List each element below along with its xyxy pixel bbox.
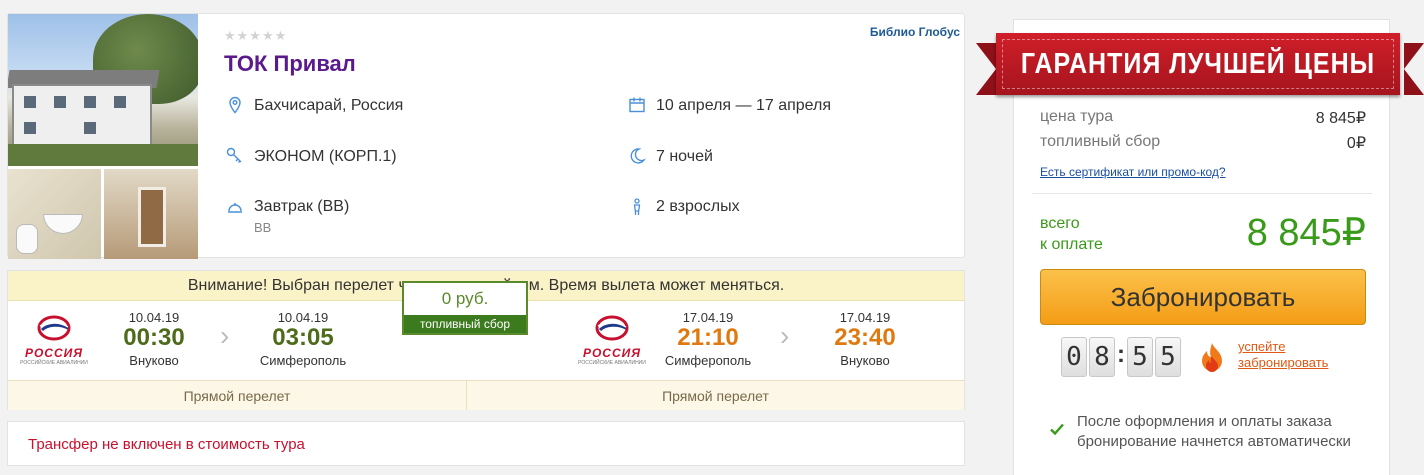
tour-operator: Библио Глобус [869,25,960,39]
return-departure: 17.04.19 21:10 Симферополь [658,310,758,368]
timer-separator: : [1117,341,1125,368]
divider [1032,193,1372,194]
airline-emblem-icon [37,315,71,341]
best-price-ribbon: ГАРАНТИЯ ЛУЧШЕЙ ЦЕНЫ [976,33,1424,95]
hotel-main-photo[interactable] [8,14,198,166]
outbound-departure: 10.04.19 00:30 Внуково [104,310,204,368]
transfer-notice: Трансфер не включен в стоимость тура [7,421,965,466]
total-label-line-1: всего [1040,215,1080,232]
airline-name: РОССИЯ [582,346,642,360]
departure-time: 00:30 [123,324,185,351]
moon-icon [628,147,647,165]
airline-logo: РОССИЯ РОССИЙСКИЕ АВИАЛИНИИ [14,314,94,366]
check-icon [1050,423,1064,436]
arrival-date: 17.04.19 [839,310,891,325]
total-label: всего к оплате [1040,213,1103,255]
hotel-photos [8,14,198,259]
total-label-line-2: к оплате [1040,236,1103,253]
tour-price-row: цена тура 8 845₽ [1040,108,1366,127]
airline-logo: РОССИЯ РОССИЙСКИЕ АВИАЛИНИИ [572,314,652,366]
airline-subtitle: РОССИЙСКИЕ АВИАЛИНИИ [20,360,88,366]
arrival-time: 03:05 [272,324,334,351]
timer-digit: 5 [1127,337,1153,377]
airline-subtitle: РОССИЙСКИЕ АВИАЛИНИИ [578,360,646,366]
meal-code: BB [254,220,272,235]
promo-code-link[interactable]: Есть сертификат или промо-код? [1040,165,1226,179]
tour-price-value: 8 845₽ [1315,110,1366,127]
hotel-location: Бахчисарай, Россия [254,97,404,114]
arrival-time: 23:40 [834,324,896,351]
book-button[interactable]: Забронировать [1040,269,1366,325]
outbound-flight[interactable]: РОССИЯ РОССИЙСКИЕ АВИАЛИНИИ 10.04.19 00:… [8,302,468,380]
hurry-line-2: забронировать [1238,355,1329,370]
fire-icon [1202,343,1222,372]
person-icon [628,198,646,216]
hotel-bathroom-photo[interactable] [8,169,101,259]
departure-city: Внуково [129,353,179,368]
arrival-city: Симферополь [259,353,347,368]
guests-count: 2 взрослых [656,198,740,215]
departure-city: Симферополь [664,353,752,368]
departure-time: 21:10 [677,324,739,351]
hurry-link[interactable]: успейте забронировать [1238,339,1328,371]
hurry-line-1: успейте [1238,339,1286,354]
map-pin-icon [226,96,244,114]
timer-digit: 8 [1089,337,1115,377]
booking-notice: После оформления и оплаты заказа брониро… [1077,413,1351,450]
flights-box: Внимание! Выбран перелет чартерным рейсо… [7,270,965,410]
arrival-date: 10.04.19 [277,310,329,325]
arrival-city: Внуково [840,353,890,368]
calendar-icon [628,96,646,114]
cloche-icon [226,198,244,216]
fuel-price-label: топливный сбор [1040,133,1161,150]
nights-count: 7 ночей [656,148,713,165]
total-price: 8 845₽ [1246,212,1366,254]
fuel-price-row: топливный сбор 0₽ [1040,133,1366,152]
return-flight[interactable]: РОССИЯ РОССИЙСКИЕ АВИАЛИНИИ 17.04.19 21:… [468,302,964,380]
hotel-name[interactable]: ТОК Привал [224,51,356,77]
best-price-text: ГАРАНТИЯ ЛУЧШЕЙ ЦЕНЫ [1020,47,1376,81]
outbound-arrival: 10.04.19 03:05 Симферополь [253,310,353,368]
departure-date: 17.04.19 [682,310,734,325]
hotel-card: ★★★★★ Библио Глобус ТОК Привал Бахчисара… [7,13,965,259]
timer-digit: 5 [1155,337,1181,377]
key-icon [226,147,244,165]
departure-date: 10.04.19 [128,310,180,325]
timer-digit: 0 [1061,337,1087,377]
fuel-price-value: 0₽ [1346,135,1366,152]
return-arrival: 17.04.19 23:40 Внуково [815,310,915,368]
airline-emblem-icon [595,315,629,341]
hotel-stars: ★★★★★ [224,28,288,43]
chevron-right-icon: › [220,320,230,351]
return-flight-type: Прямой перелет [467,380,964,410]
airline-name: РОССИЯ [24,346,84,360]
tour-dates: 10 апреля — 17 апреля [656,97,832,114]
chevron-right-icon: › [780,320,790,351]
tour-price-label: цена тура [1040,108,1114,125]
hotel-room-photo[interactable] [104,169,198,259]
meal-plan: Завтрак (BB) [254,198,350,215]
outbound-flight-type: Прямой перелет [8,380,467,410]
room-type: ЭКОНОМ (КОРП.1) [254,148,397,165]
